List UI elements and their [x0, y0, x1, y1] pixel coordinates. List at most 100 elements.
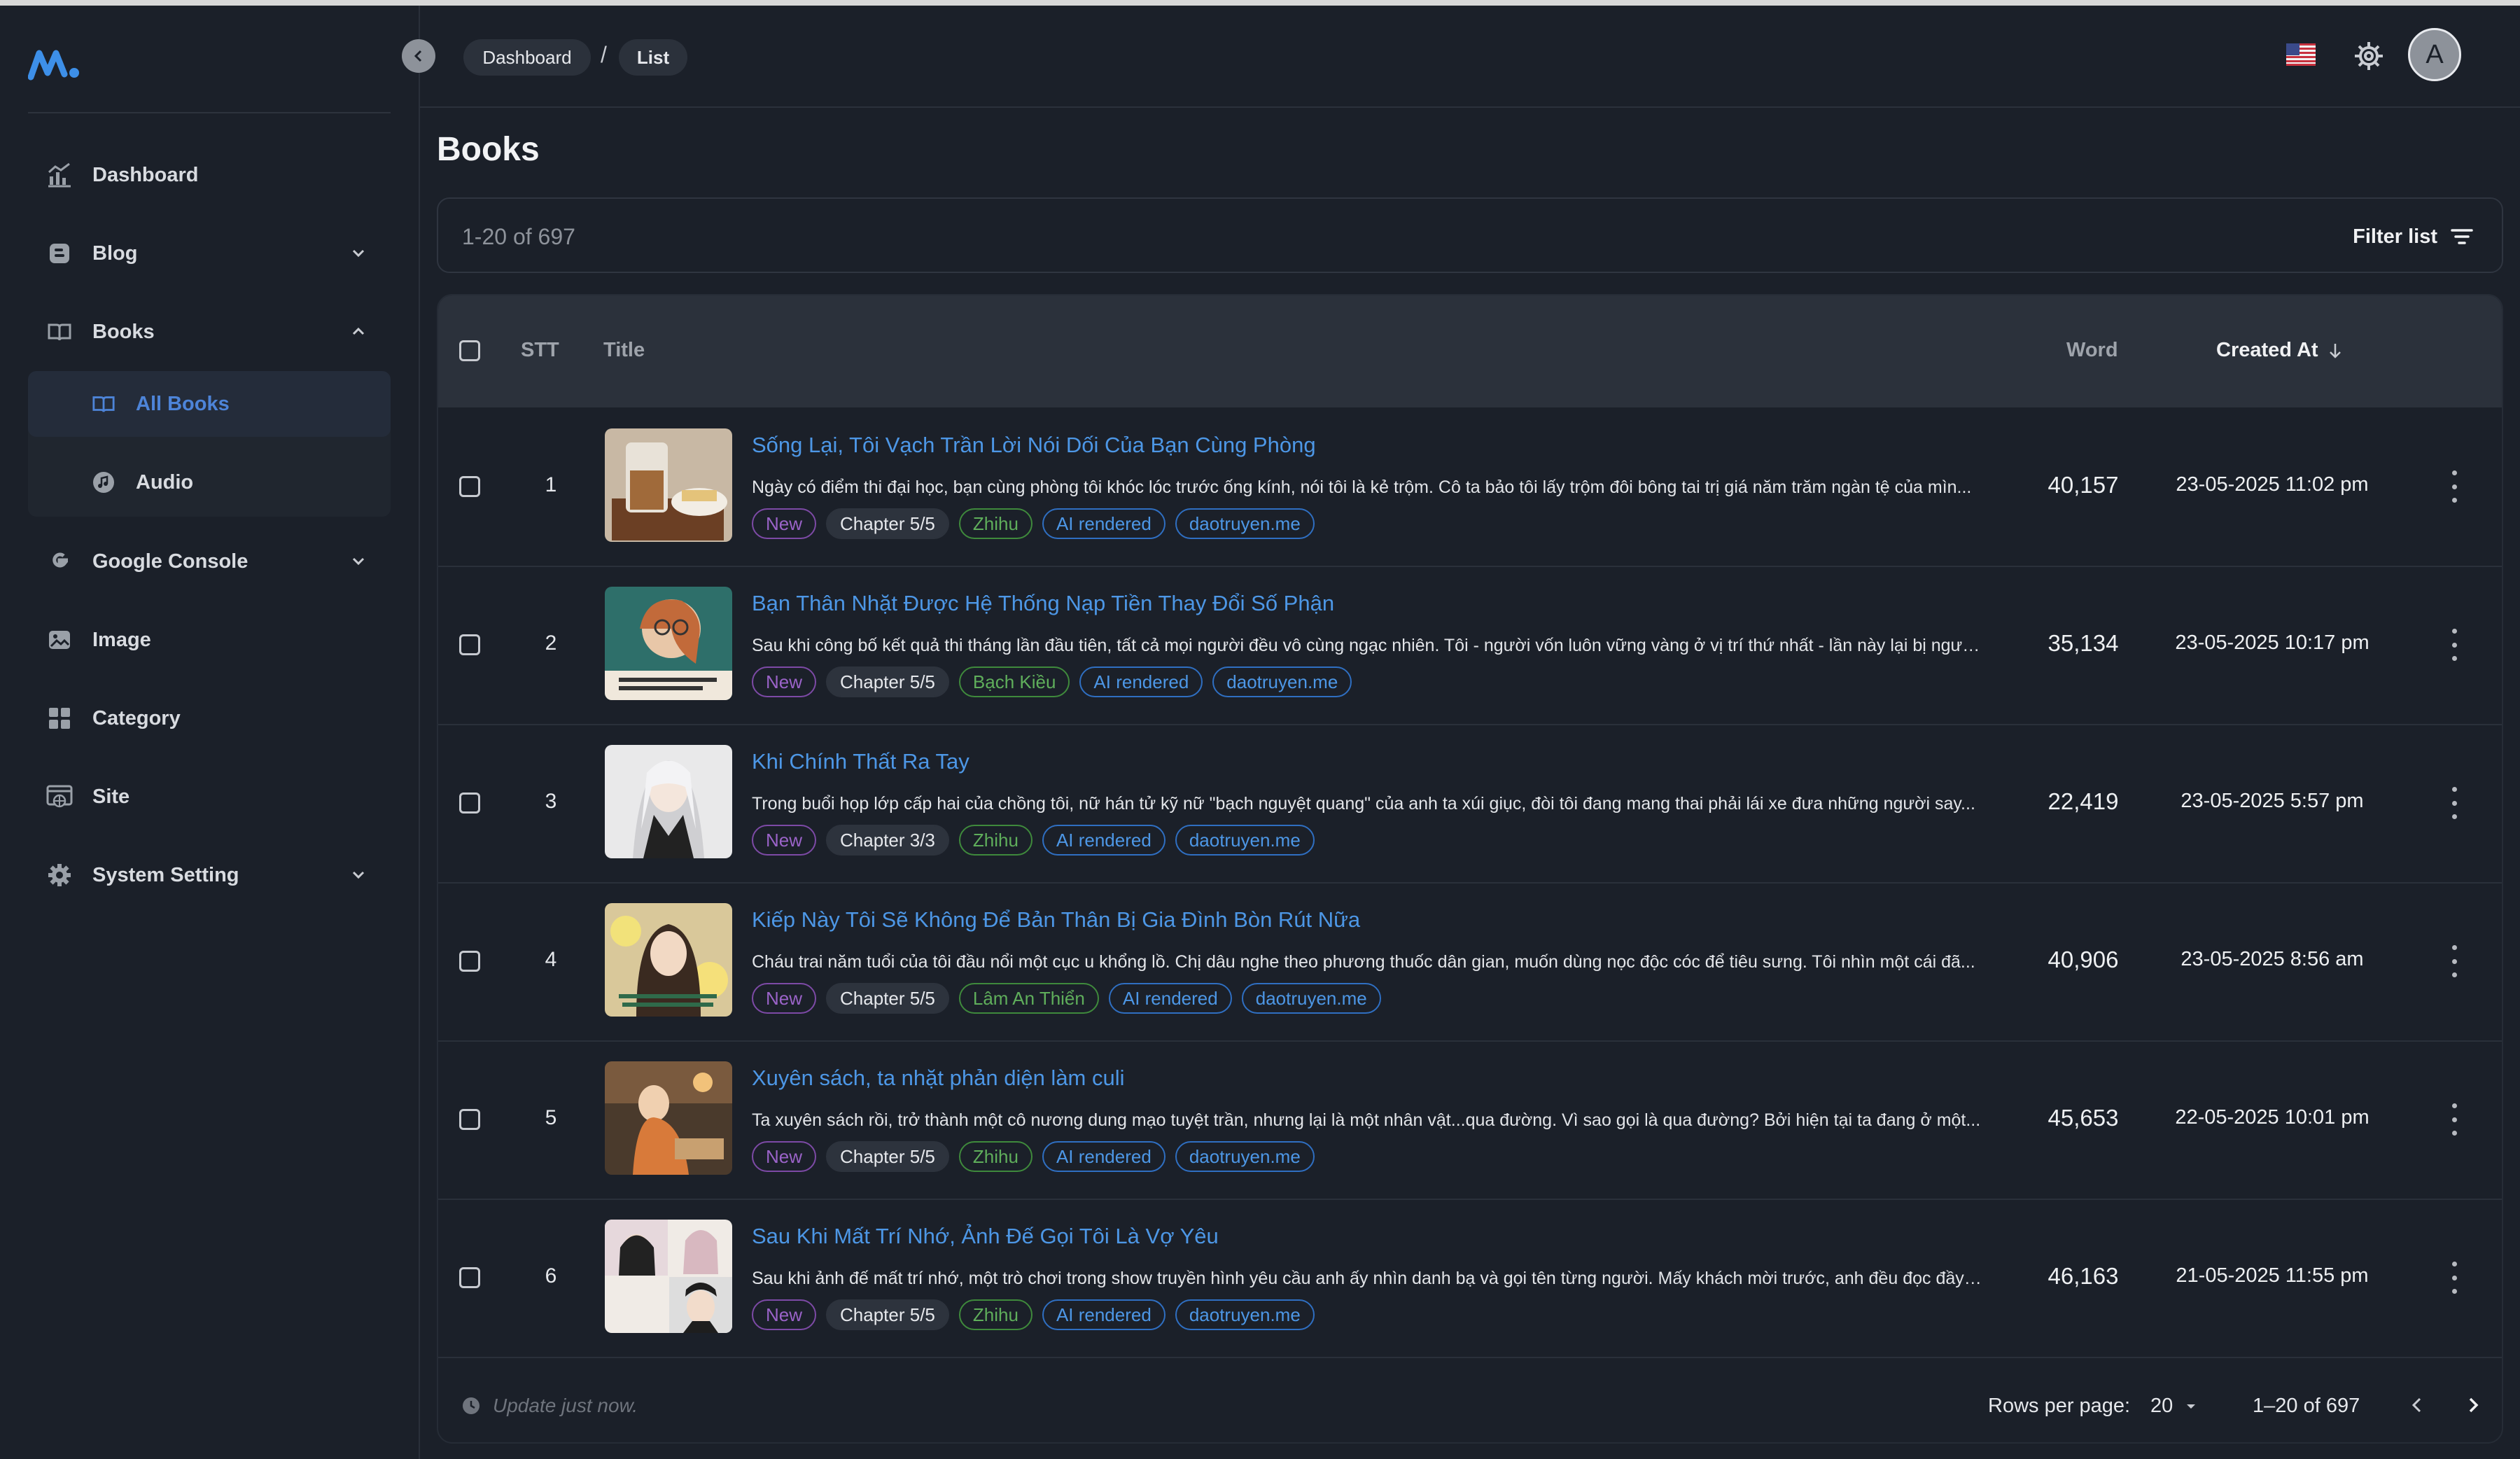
- tag-ai-rendered: AI rendered: [1042, 508, 1166, 539]
- row-stt: 4: [545, 948, 557, 971]
- book-tags: New Chapter 5/5 Lâm An Thiển AI rendered dao…: [752, 983, 1381, 1014]
- tag-source: Lâm An Thiển: [958, 983, 1099, 1014]
- table-row[interactable]: 3 Khi Chính Thất Ra Tay Trong buổi họp lớp…: [438, 724, 2502, 884]
- row-more-menu-icon[interactable]: [2447, 1103, 2461, 1136]
- sidebar-item-all-books[interactable]: All Books: [28, 371, 391, 437]
- book-tags: New Chapter 5/5 Zhihu AI rendered daotruyen.…: [752, 508, 1315, 539]
- next-page-icon[interactable]: [2461, 1393, 2485, 1417]
- book-description: Trong buổi họp lớp cấp hai của chồng tôi…: [752, 794, 1975, 814]
- tag-source: Bạch Kiều: [958, 666, 1070, 697]
- sidebar-item-label: Category: [92, 706, 181, 730]
- book-cover-thumbnail[interactable]: [605, 1061, 732, 1175]
- book-title-link[interactable]: Kiếp Này Tôi Sẽ Không Để Bản Thân Bị Gia…: [752, 907, 1360, 933]
- tag-domain[interactable]: daotruyen.me: [1241, 983, 1381, 1014]
- book-description: Sau khi công bố kết quả thi tháng lần đầ…: [752, 636, 1984, 655]
- sidebar-item-image[interactable]: Image: [28, 606, 391, 673]
- row-checkbox[interactable]: [459, 793, 480, 814]
- row-more-menu-icon[interactable]: [2447, 470, 2461, 503]
- tag-domain[interactable]: daotruyen.me: [1175, 508, 1315, 539]
- select-all-checkbox[interactable]: [459, 340, 480, 361]
- row-stt: 5: [545, 1106, 557, 1129]
- tag-domain[interactable]: daotruyen.me: [1175, 1299, 1315, 1330]
- row-checkbox[interactable]: [459, 1267, 480, 1288]
- row-more-menu-icon[interactable]: [2447, 629, 2461, 661]
- table-row[interactable]: 4 Kiếp Này Tôi Sẽ Không Để Bản Thân Bị Gi…: [438, 882, 2502, 1042]
- book-title-link[interactable]: Xuyên sách, ta nhặt phản diện làm culi: [752, 1066, 1125, 1091]
- table-footer: Update just now. Rows per page: 20 1–20 …: [438, 1367, 2502, 1442]
- sidebar-item-label: All Books: [136, 392, 230, 415]
- table-row[interactable]: 6 Sau Khi Mất Trí Nhớ, Ảnh Đế Gọi Tôi Là …: [438, 1199, 2502, 1358]
- tag-ai-rendered: AI rendered: [1042, 825, 1166, 856]
- book-description: Ngày có điểm thi đại học, bạn cùng phòng…: [752, 477, 1972, 497]
- tag-chapter: Chapter 5/5: [826, 508, 949, 539]
- book-title-link[interactable]: Sống Lại, Tôi Vạch Trần Lời Nói Dối Của …: [752, 433, 1316, 458]
- sidebar-item-site[interactable]: Site: [28, 763, 391, 830]
- book-tags: New Chapter 5/5 Zhihu AI rendered daotruyen.…: [752, 1299, 1315, 1330]
- sidebar-item-audio[interactable]: Audio: [28, 449, 391, 515]
- breadcrumb-list[interactable]: List: [619, 39, 687, 76]
- gear-icon: [45, 860, 74, 890]
- book-title-link[interactable]: Sau Khi Mất Trí Nhớ, Ảnh Đế Gọi Tôi Là V…: [752, 1224, 1219, 1249]
- clock-icon: [463, 1397, 479, 1414]
- us-flag-icon[interactable]: [2286, 43, 2316, 66]
- row-more-menu-icon[interactable]: [2447, 1262, 2461, 1294]
- rows-per-page-select[interactable]: 20: [2150, 1395, 2199, 1418]
- column-title[interactable]: Title: [603, 339, 645, 362]
- tag-ai-rendered: AI rendered: [1079, 666, 1203, 697]
- user-avatar[interactable]: A: [2408, 28, 2461, 81]
- tag-domain[interactable]: daotruyen.me: [1175, 1141, 1315, 1172]
- row-word-count: 40,906: [2047, 947, 2119, 972]
- table-row[interactable]: 5 Xuyên sách, ta nhặt phản diện làm culi T…: [438, 1040, 2502, 1200]
- row-more-menu-icon[interactable]: [2447, 787, 2461, 819]
- book-cover-thumbnail[interactable]: [605, 745, 732, 858]
- filter-bar: 1-20 of 697 Filter list: [437, 197, 2503, 273]
- column-word[interactable]: Word: [2066, 339, 2118, 362]
- book-title-link[interactable]: Khi Chính Thất Ra Tay: [752, 749, 969, 774]
- result-count: 1-20 of 697: [462, 224, 575, 249]
- table-header: STT Title Word Created At: [438, 295, 2502, 407]
- row-more-menu-icon[interactable]: [2447, 945, 2461, 977]
- row-created-at: 23-05-2025 11:02 pm: [2176, 473, 2369, 496]
- table-row[interactable]: 1 Sống Lại, Tôi Vạch Trần Lời Nói Dối Của…: [438, 407, 2502, 567]
- row-checkbox[interactable]: [459, 951, 480, 972]
- book-cover-thumbnail[interactable]: [605, 428, 732, 542]
- book-icon: [45, 317, 74, 347]
- column-stt[interactable]: STT: [521, 339, 559, 362]
- book-cover-thumbnail[interactable]: [605, 1220, 732, 1333]
- sidebar-item-system-setting[interactable]: System Setting: [28, 842, 391, 909]
- sidebar-item-label: Audio: [136, 470, 194, 494]
- settings-gear-icon[interactable]: [2352, 39, 2386, 73]
- sidebar-item-label: Google Console: [92, 550, 248, 573]
- book-cover-thumbnail[interactable]: [605, 587, 732, 700]
- row-word-count: 45,653: [2047, 1105, 2119, 1131]
- sidebar-item-category[interactable]: Category: [28, 685, 391, 752]
- table-row[interactable]: 2 Bạn Thân Nhặt Được Hệ Thống Nạp Tiền Th…: [438, 566, 2502, 725]
- column-created-at[interactable]: Created At: [2216, 339, 2345, 362]
- app-logo-icon[interactable]: [28, 46, 84, 81]
- tag-chapter: Chapter 5/5: [826, 983, 949, 1014]
- book-description: Cháu trai năm tuổi của tôi đầu nổi một c…: [752, 952, 1975, 972]
- row-checkbox[interactable]: [459, 1109, 480, 1130]
- row-created-at: 23-05-2025 5:57 pm: [2180, 790, 2364, 812]
- tag-domain[interactable]: daotruyen.me: [1175, 825, 1315, 856]
- sidebar-item-books[interactable]: Books: [28, 298, 391, 365]
- sidebar-item-google-console[interactable]: Google Console: [28, 528, 391, 595]
- tag-new: New: [752, 825, 817, 856]
- sidebar-collapse-button[interactable]: [402, 39, 435, 73]
- tag-domain[interactable]: daotruyen.me: [1212, 666, 1352, 697]
- row-word-count: 35,134: [2047, 630, 2119, 656]
- row-checkbox[interactable]: [459, 634, 480, 655]
- filter-list-button[interactable]: Filter list: [2353, 220, 2474, 253]
- book-title-link[interactable]: Bạn Thân Nhặt Được Hệ Thống Nạp Tiền Tha…: [752, 591, 1334, 616]
- previous-page-icon[interactable]: [2405, 1393, 2429, 1417]
- book-cover-thumbnail[interactable]: [605, 903, 732, 1017]
- caret-down-icon: [2187, 1404, 2196, 1409]
- sidebar-item-blog[interactable]: Blog: [28, 220, 391, 287]
- row-checkbox[interactable]: [459, 476, 480, 497]
- book-description: Sau khi ảnh đế mất trí nhớ, một trò chơi…: [752, 1269, 1984, 1288]
- row-created-at: 23-05-2025 8:56 am: [2180, 948, 2364, 970]
- sidebar-item-dashboard[interactable]: Dashboard: [28, 141, 391, 209]
- breadcrumb-dashboard[interactable]: Dashboard: [463, 39, 591, 76]
- book-tags: New Chapter 5/5 Zhihu AI rendered daotruyen.…: [752, 1141, 1315, 1172]
- row-stt: 6: [545, 1264, 557, 1287]
